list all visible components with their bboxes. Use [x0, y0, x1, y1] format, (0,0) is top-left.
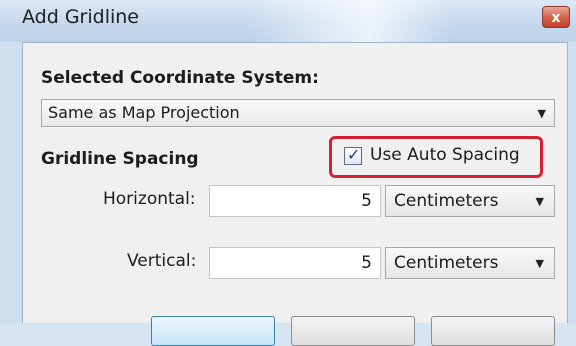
- title-bar-glare: [250, 0, 450, 42]
- vertical-spacing-input[interactable]: 5: [209, 247, 381, 279]
- horizontal-spacing-input[interactable]: 5: [209, 185, 381, 217]
- coordinate-system-dropdown[interactable]: Same as Map Projection ▼: [41, 99, 555, 127]
- vertical-unit-dropdown[interactable]: Centimeters ▼: [385, 247, 555, 279]
- close-icon: x: [551, 10, 561, 26]
- coordinate-system-label: Selected Coordinate System:: [41, 68, 319, 88]
- auto-spacing-checkbox[interactable]: ✓: [344, 145, 362, 165]
- vertical-label: Vertical:: [127, 251, 197, 271]
- gridline-spacing-heading: Gridline Spacing: [41, 149, 199, 169]
- chevron-down-icon: ▼: [535, 257, 544, 270]
- dialog-body: Selected Coordinate System: Same as Map …: [22, 42, 568, 346]
- vertical-spacing-value: 5: [361, 253, 372, 273]
- coordinate-system-value: Same as Map Projection: [48, 103, 240, 122]
- vertical-unit-value: Centimeters: [394, 253, 499, 273]
- horizontal-spacing-value: 5: [361, 191, 372, 211]
- dialog-title: Add Gridline: [22, 6, 139, 28]
- auto-spacing-highlight: ✓ Use Auto Spacing: [329, 136, 543, 178]
- ok-button[interactable]: [151, 316, 275, 346]
- checkmark-icon: ✓: [347, 145, 361, 164]
- chevron-down-icon: ▼: [535, 195, 544, 208]
- help-button[interactable]: [431, 316, 555, 346]
- title-bar: Add Gridline x: [0, 0, 576, 42]
- chevron-down-icon: ▼: [537, 107, 546, 120]
- horizontal-label: Horizontal:: [103, 189, 196, 209]
- cancel-button[interactable]: [291, 316, 415, 346]
- add-gridline-dialog: Add Gridline x Selected Coordinate Syste…: [0, 0, 576, 346]
- horizontal-unit-dropdown[interactable]: Centimeters ▼: [385, 185, 555, 217]
- close-button[interactable]: x: [542, 6, 570, 28]
- horizontal-unit-value: Centimeters: [394, 191, 499, 211]
- auto-spacing-label[interactable]: Use Auto Spacing: [370, 145, 520, 165]
